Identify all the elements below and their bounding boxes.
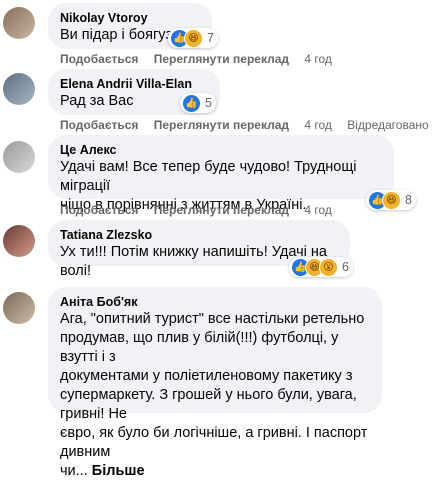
reaction-count: 5: [205, 96, 212, 110]
comment-author[interactable]: Elena Andrii Villa-Elan: [60, 76, 208, 92]
avatar[interactable]: [3, 292, 35, 324]
reaction-count: 6: [342, 260, 349, 274]
comment-actions: Подобається Переглянути переклад 4 год: [60, 51, 332, 67]
haha-icon: 😆: [382, 190, 401, 210]
haha-icon: 😆: [184, 28, 203, 48]
translate-button[interactable]: Переглянути переклад: [154, 202, 289, 218]
avatar[interactable]: [3, 141, 35, 173]
reaction-summary[interactable]: 👍 😆 😮 6: [289, 257, 353, 277]
comment-text-body: Ага, "опитний турист" все настільки рете…: [60, 311, 368, 479]
see-more-link[interactable]: Більше: [92, 463, 145, 479]
reaction-summary[interactable]: 👍 😆 7: [168, 28, 218, 48]
like-button[interactable]: Подобається: [60, 51, 138, 67]
timestamp[interactable]: 4 год: [304, 51, 332, 67]
comment-author[interactable]: Tatiana Zlezsko: [60, 227, 338, 243]
comment-bubble: Це Алекс Удачі вам! Все тепер буде чудов…: [48, 135, 394, 213]
edited-label: Відредаговано: [347, 118, 429, 132]
reaction-summary[interactable]: 👍 😆 8: [366, 190, 416, 210]
reaction-count: 8: [405, 193, 412, 207]
comment-actions: Подобається Переглянути переклад 4 год В…: [60, 117, 429, 133]
comment-author[interactable]: Nikolay Vtoroy: [60, 10, 200, 26]
avatar[interactable]: [3, 225, 35, 257]
translate-button[interactable]: Переглянути переклад: [154, 117, 289, 133]
comment-bubble: Аніта Боб'як Ага, "опитний турист" все н…: [48, 287, 382, 479]
wow-icon: 😮: [319, 257, 338, 277]
timestamp[interactable]: 4 год: [304, 117, 332, 133]
translate-button[interactable]: Переглянути переклад: [154, 51, 289, 67]
like-button[interactable]: Подобається: [60, 202, 138, 218]
comment-author[interactable]: Аніта Боб'як: [60, 294, 370, 310]
reaction-summary[interactable]: 👍 5: [180, 93, 216, 113]
timestamp[interactable]: 4 год: [304, 202, 332, 218]
comment-text: Ага, "опитний турист" все настільки рете…: [60, 310, 370, 481]
comment-actions: Подобається Переглянути переклад 4 год: [60, 202, 332, 218]
avatar[interactable]: [3, 73, 35, 105]
comment-author[interactable]: Це Алекс: [60, 142, 382, 158]
avatar[interactable]: [3, 7, 35, 39]
like-button[interactable]: Подобається: [60, 117, 138, 133]
reaction-count: 7: [207, 31, 214, 45]
like-icon: 👍: [182, 93, 201, 113]
